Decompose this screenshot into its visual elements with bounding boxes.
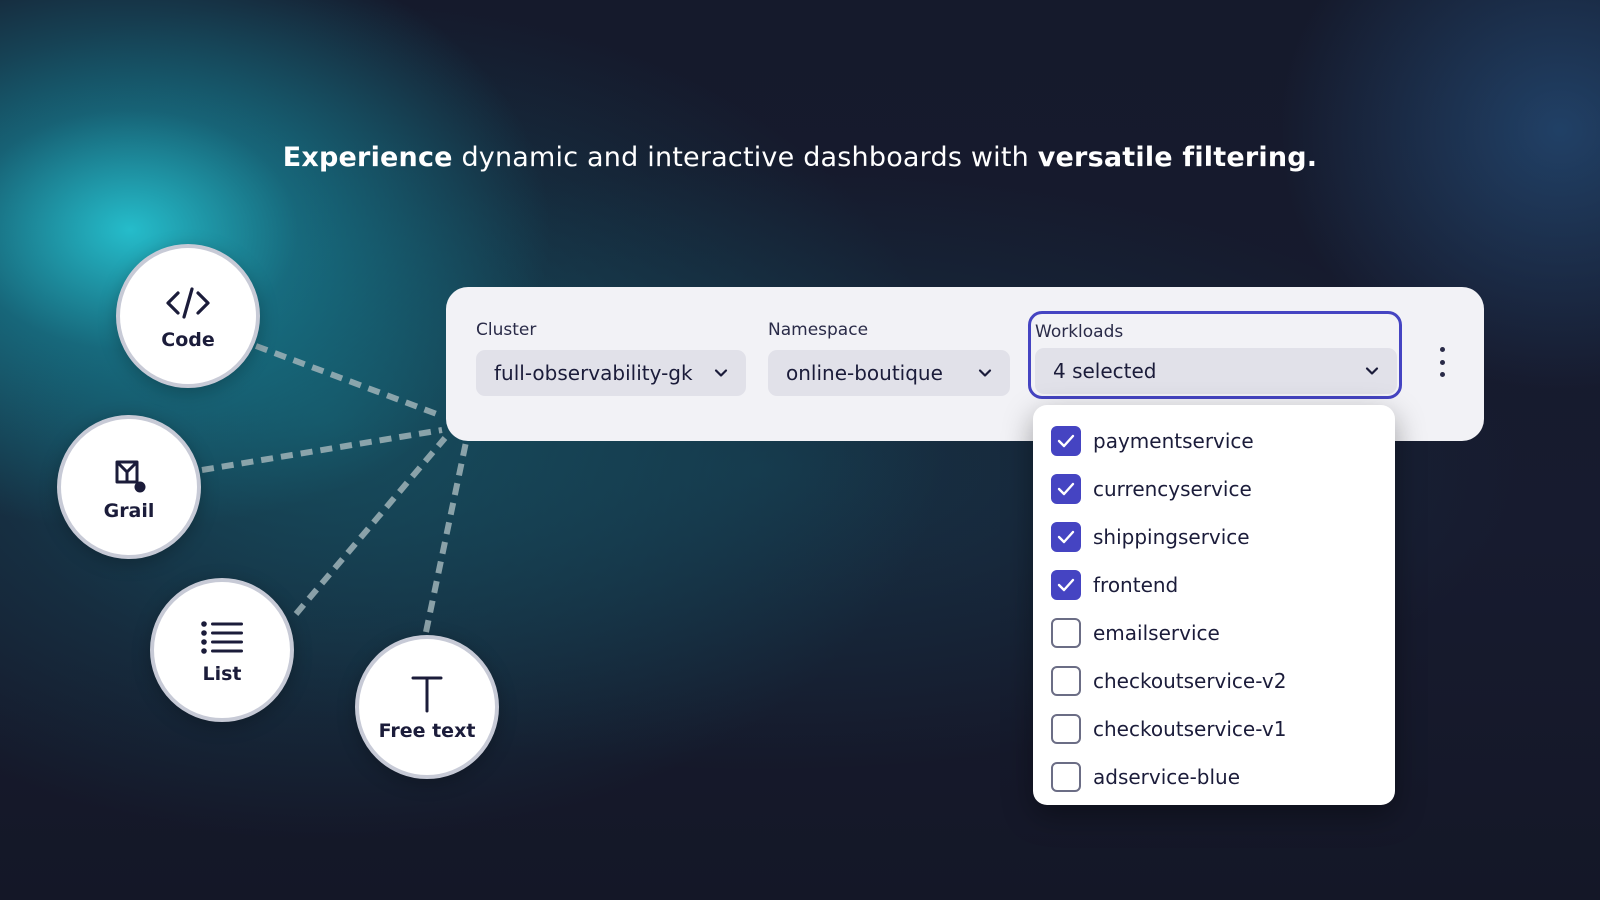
- connector-grail: [201, 427, 443, 473]
- variable-type-label: Free text: [378, 720, 476, 742]
- workloads-label: Workloads: [1035, 322, 1124, 342]
- chevron-down-icon: [978, 369, 992, 377]
- cluster-value: full-observability-gk: [494, 361, 693, 385]
- workload-option[interactable]: adservice-blue: [1033, 753, 1395, 801]
- checkbox[interactable]: [1051, 522, 1081, 552]
- workload-option-label: emailservice: [1093, 621, 1220, 645]
- check-icon: [1057, 482, 1075, 496]
- workload-option-label: frontend: [1093, 573, 1179, 597]
- list-icon: [201, 615, 243, 659]
- namespace-value: online-boutique: [786, 361, 943, 385]
- more-options-icon[interactable]: [1436, 347, 1448, 377]
- namespace-label: Namespace: [768, 320, 869, 340]
- workload-option[interactable]: checkoutservice-v1: [1033, 705, 1395, 753]
- chevron-down-icon: [714, 369, 728, 377]
- workload-option-label: checkoutservice-v1: [1093, 717, 1287, 741]
- checkbox[interactable]: [1051, 666, 1081, 696]
- workload-option[interactable]: emailservice: [1033, 609, 1395, 657]
- variable-type-label: List: [202, 663, 242, 685]
- variable-type-list[interactable]: List: [150, 578, 294, 722]
- namespace-filter: Namespace online-boutique: [768, 320, 1010, 396]
- variable-type-label: Code: [161, 329, 215, 351]
- workload-option-label: checkoutservice-v2: [1093, 669, 1287, 693]
- chevron-down-icon: [1365, 367, 1379, 375]
- workload-option[interactable]: shippingservice: [1033, 513, 1395, 561]
- workloads-select[interactable]: 4 selected: [1035, 348, 1397, 394]
- code-icon: [165, 281, 211, 325]
- workload-option[interactable]: paymentservice: [1033, 417, 1395, 465]
- workload-option-label: paymentservice: [1093, 429, 1254, 453]
- workload-option-label: adservice-blue: [1093, 765, 1241, 789]
- check-icon: [1057, 530, 1075, 544]
- check-icon: [1057, 434, 1075, 448]
- workload-option[interactable]: checkoutservice-v2: [1033, 657, 1395, 705]
- connector-list: [293, 436, 448, 616]
- cluster-label: Cluster: [476, 320, 537, 340]
- connector-free-text: [423, 441, 469, 633]
- grail-icon: [109, 452, 149, 496]
- connector-code: [254, 343, 444, 419]
- variable-type-label: Grail: [103, 500, 155, 522]
- checkbox[interactable]: [1051, 714, 1081, 744]
- workload-option-label: currencyservice: [1093, 477, 1252, 501]
- checkbox[interactable]: [1051, 570, 1081, 600]
- workloads-dropdown: paymentservice currencyservice shippings…: [1033, 405, 1395, 805]
- checkbox[interactable]: [1051, 762, 1081, 792]
- workloads-filter: Workloads 4 selected: [1028, 311, 1402, 399]
- checkbox[interactable]: [1051, 426, 1081, 456]
- variable-type-code[interactable]: Code: [116, 244, 260, 388]
- cluster-filter: Cluster full-observability-gk: [476, 320, 746, 396]
- cluster-select[interactable]: full-observability-gk: [476, 350, 746, 396]
- check-icon: [1057, 578, 1075, 592]
- namespace-select[interactable]: online-boutique: [768, 350, 1010, 396]
- workload-option[interactable]: currencyservice: [1033, 465, 1395, 513]
- variable-type-grail[interactable]: Grail: [57, 415, 201, 559]
- workload-option[interactable]: frontend: [1033, 561, 1395, 609]
- checkbox[interactable]: [1051, 618, 1081, 648]
- checkbox[interactable]: [1051, 474, 1081, 504]
- text-icon: [410, 672, 444, 716]
- workload-option-label: shippingservice: [1093, 525, 1250, 549]
- variable-type-free-text[interactable]: Free text: [355, 635, 499, 779]
- workloads-value: 4 selected: [1053, 359, 1157, 383]
